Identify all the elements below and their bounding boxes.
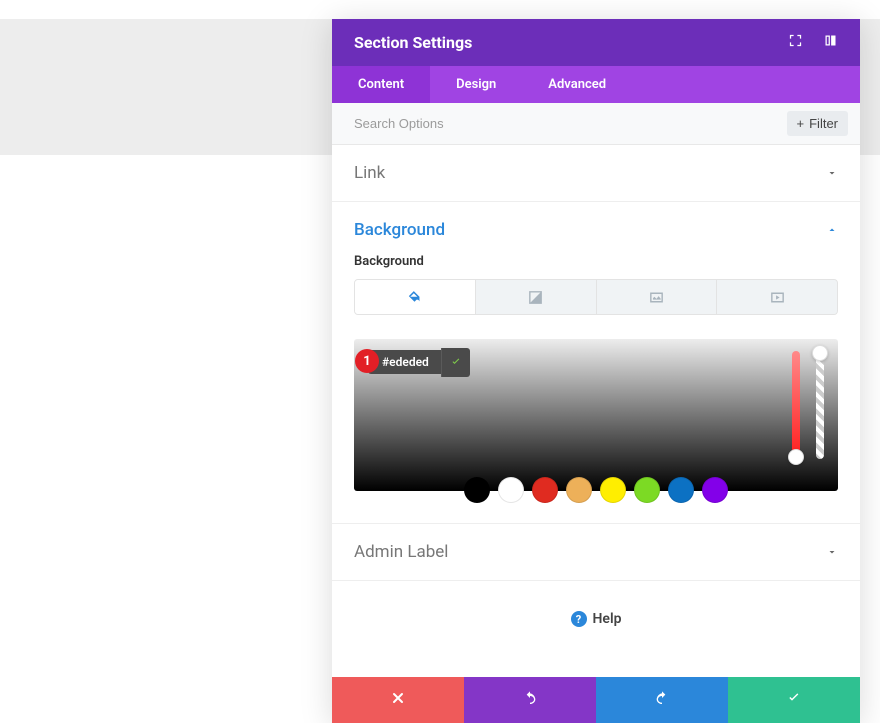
hue-slider[interactable] — [792, 351, 800, 459]
hue-slider-handle[interactable] — [788, 449, 804, 465]
background-field-label: Background — [354, 254, 838, 269]
search-row: + Filter — [332, 103, 860, 145]
swatch-black[interactable] — [464, 477, 490, 503]
bg-type-video[interactable] — [717, 280, 837, 314]
tab-design[interactable]: Design — [430, 66, 522, 103]
cancel-button[interactable] — [332, 677, 464, 723]
check-icon — [786, 690, 802, 710]
help-icon: ? — [571, 611, 587, 627]
modal-footer — [332, 677, 860, 723]
undo-icon — [522, 690, 538, 710]
search-input[interactable] — [354, 116, 787, 131]
modal-title: Section Settings — [354, 33, 472, 52]
check-icon — [450, 353, 462, 372]
header-icon-group — [788, 33, 838, 52]
redo-icon — [654, 690, 670, 710]
help-label: Help — [593, 611, 622, 627]
snap-icon[interactable] — [823, 33, 838, 52]
background-type-tabs — [354, 279, 838, 315]
plus-icon: + — [797, 116, 805, 131]
chevron-down-icon — [826, 164, 838, 183]
color-swatches — [354, 477, 838, 503]
filter-button[interactable]: + Filter — [787, 111, 848, 136]
tab-content[interactable]: Content — [332, 66, 430, 103]
section-background-label: Background — [354, 220, 445, 240]
bg-type-image[interactable] — [597, 280, 718, 314]
save-button[interactable] — [728, 677, 860, 723]
modal-header: Section Settings — [332, 19, 860, 66]
color-picker-canvas[interactable]: 1 #ededed — [354, 339, 838, 491]
filter-label: Filter — [809, 116, 838, 131]
section-link-row[interactable]: Link — [332, 145, 860, 202]
alpha-slider[interactable] — [816, 351, 824, 459]
tabs-bar: Content Design Advanced — [332, 66, 860, 103]
section-settings-modal: Section Settings Content Design Advanced… — [332, 19, 860, 723]
swatch-white[interactable] — [498, 477, 524, 503]
bg-type-gradient[interactable] — [476, 280, 597, 314]
help-row[interactable]: ? Help — [332, 581, 860, 677]
bg-type-color[interactable] — [355, 280, 476, 314]
background-content: Background 1 #ededed — [332, 248, 860, 523]
section-admin-label-row[interactable]: Admin Label — [332, 523, 860, 581]
section-background-row[interactable]: Background — [332, 202, 860, 248]
hex-confirm-button[interactable] — [441, 348, 470, 377]
redo-button[interactable] — [596, 677, 728, 723]
expand-icon[interactable] — [788, 33, 803, 52]
close-icon — [390, 690, 406, 710]
alpha-slider-handle[interactable] — [812, 345, 828, 361]
chevron-down-icon — [826, 543, 838, 562]
hex-input-group: 1 #ededed — [368, 350, 470, 374]
undo-button[interactable] — [464, 677, 596, 723]
chevron-up-icon — [826, 221, 838, 240]
swatch-orange[interactable] — [566, 477, 592, 503]
swatch-blue[interactable] — [668, 477, 694, 503]
annotation-badge-1: 1 — [355, 349, 379, 373]
section-link-label: Link — [354, 163, 385, 183]
swatch-yellow[interactable] — [600, 477, 626, 503]
swatch-purple[interactable] — [702, 477, 728, 503]
swatch-red[interactable] — [532, 477, 558, 503]
swatch-green[interactable] — [634, 477, 660, 503]
tab-advanced[interactable]: Advanced — [522, 66, 632, 103]
section-admin-label-label: Admin Label — [354, 542, 448, 562]
